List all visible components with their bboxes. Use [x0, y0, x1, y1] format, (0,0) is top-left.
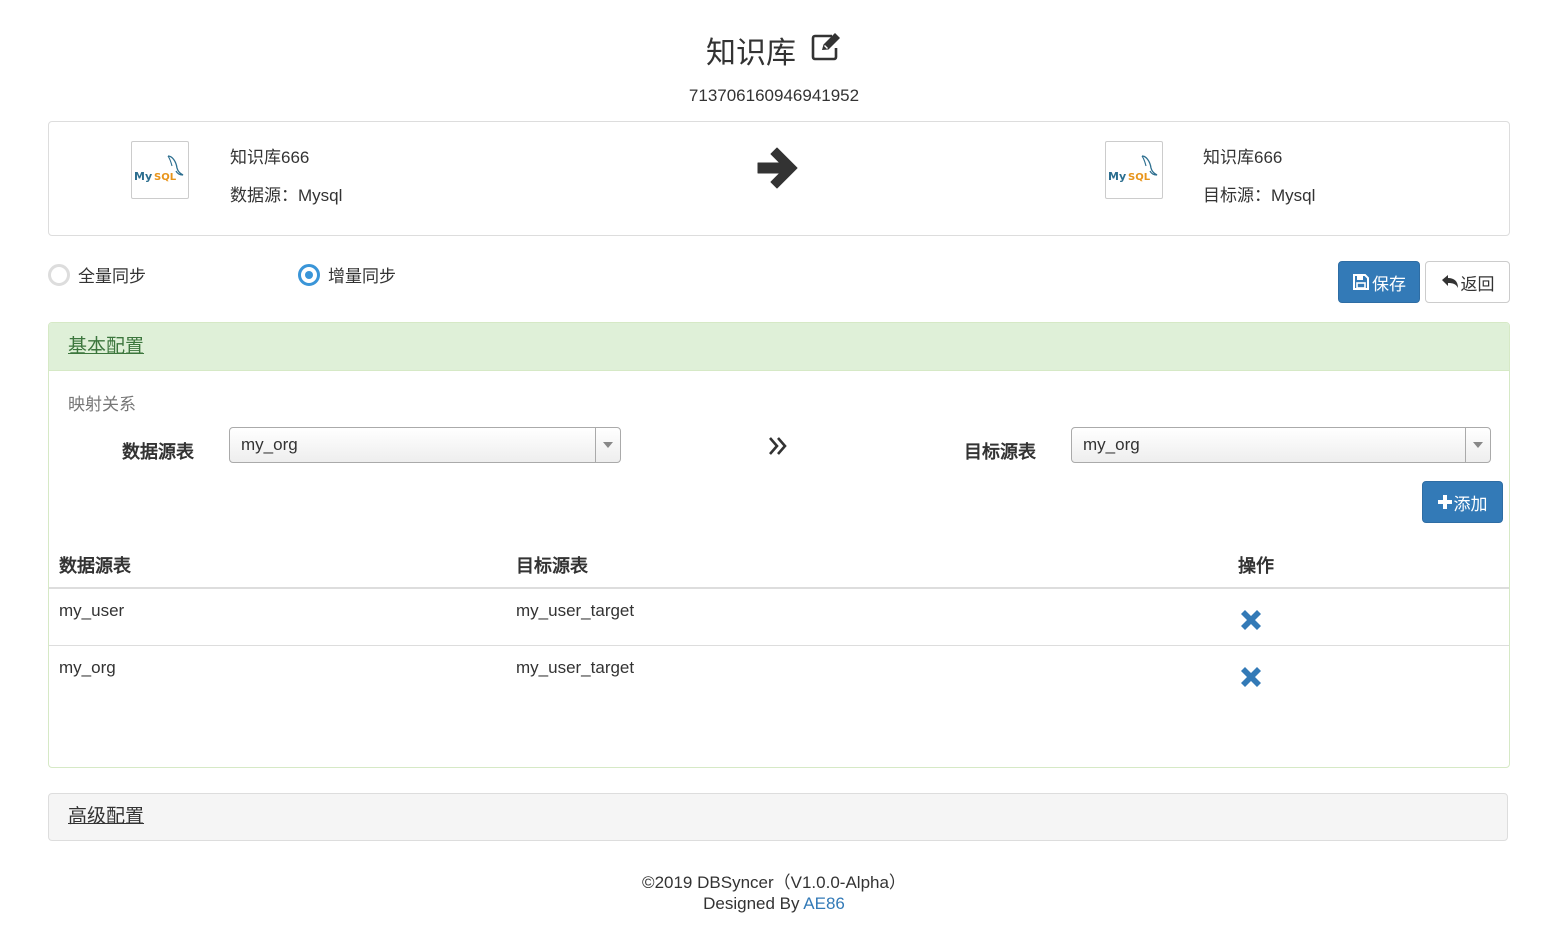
table-row: my_user my_user_target	[49, 588, 1509, 646]
save-button[interactable]: 保存	[1338, 261, 1420, 303]
mapping-table: 数据源表 目标源表 操作 my_user my_user_target my_o…	[49, 543, 1509, 702]
source-table-label: 数据源表	[122, 442, 194, 462]
row-source-table: my_org	[59, 657, 116, 677]
column-header-target: 目标源表	[506, 543, 1228, 589]
table-header-row: 数据源表 目标源表 操作	[49, 543, 1509, 589]
svg-text:SQL: SQL	[1128, 172, 1151, 183]
source-table-select[interactable]: my_org	[229, 427, 621, 463]
advanced-config-title[interactable]: 高级配置	[68, 806, 144, 827]
basic-config-panel: 基本配置 映射关系 数据源表 my_org 目标源表 my_org 添加 数据源…	[48, 322, 1510, 768]
svg-text:My: My	[1108, 170, 1126, 183]
delete-icon[interactable]	[1238, 607, 1264, 638]
back-button-label: 返回	[1460, 274, 1495, 294]
target-type: 目标源：Mysql	[1203, 186, 1316, 205]
radio-incremental-sync-indicator[interactable]	[298, 263, 320, 286]
page-title: 知识库	[0, 32, 1548, 74]
connection-panel: My SQL 知识库666 数据源：Mysql My SQL 知识库666 目标…	[48, 121, 1510, 236]
column-header-actions: 操作	[1228, 543, 1509, 589]
arrow-right-icon	[755, 144, 801, 197]
connector-id: 713706160946941952	[688, 86, 860, 105]
mapping-label: 映射关系	[68, 395, 136, 414]
column-header-source: 数据源表	[49, 543, 506, 589]
table-row: my_org my_user_target	[49, 645, 1509, 702]
svg-text:SQL: SQL	[154, 172, 177, 183]
author-link[interactable]: AE86	[803, 894, 845, 913]
back-button[interactable]: 返回	[1425, 261, 1510, 303]
target-table-label: 目标源表	[964, 442, 1036, 462]
row-source-table: my_user	[49, 588, 506, 646]
add-mapping-label: 添加	[1453, 494, 1488, 514]
plus-icon	[1437, 495, 1452, 509]
radio-incremental-sync[interactable]: 增量同步	[298, 262, 396, 287]
chevron-down-icon[interactable]	[1465, 428, 1490, 462]
mysql-logo-icon: My SQL	[131, 141, 189, 199]
radio-incremental-sync-label: 增量同步	[328, 267, 396, 286]
basic-config-title[interactable]: 基本配置	[68, 336, 144, 357]
source-type: 数据源：Mysql	[230, 186, 343, 205]
radio-full-sync-indicator[interactable]	[48, 263, 70, 286]
mysql-logo-icon: My SQL	[1105, 141, 1163, 199]
row-actions-cell	[1228, 588, 1509, 646]
add-mapping-button[interactable]: 添加	[1422, 481, 1503, 523]
radio-full-sync-label: 全量同步	[78, 267, 146, 286]
target-table-select[interactable]: my_org	[1071, 427, 1491, 463]
footer-designed-by-text: Designed By	[703, 894, 804, 913]
source-name: 知识库666	[230, 148, 310, 167]
source-table-value: my_org	[241, 435, 298, 454]
undo-icon	[1441, 275, 1458, 288]
edit-icon[interactable]	[810, 32, 842, 73]
row-actions-cell	[1228, 645, 1509, 702]
basic-config-heading[interactable]: 基本配置	[49, 323, 1509, 371]
chevron-down-icon[interactable]	[595, 428, 620, 462]
row-target-table: my_user_target	[506, 588, 1228, 646]
delete-icon[interactable]	[1238, 664, 1264, 695]
footer-copyright: ©2019 DBSyncer（V1.0.0-Alpha）	[642, 873, 906, 892]
double-chevron-right-icon	[767, 435, 789, 462]
save-button-label: 保存	[1372, 274, 1406, 294]
svg-text:My: My	[134, 170, 152, 183]
footer-designed-by: Designed By AE86	[0, 894, 1548, 914]
radio-full-sync[interactable]: 全量同步	[48, 262, 146, 287]
page-title-text: 知识库	[706, 37, 796, 70]
advanced-config-panel[interactable]: 高级配置	[48, 793, 1508, 841]
floppy-disk-icon	[1353, 274, 1369, 290]
target-table-value: my_org	[1083, 435, 1140, 454]
target-name: 知识库666	[1203, 148, 1283, 167]
row-target-table: my_user_target	[516, 657, 635, 677]
